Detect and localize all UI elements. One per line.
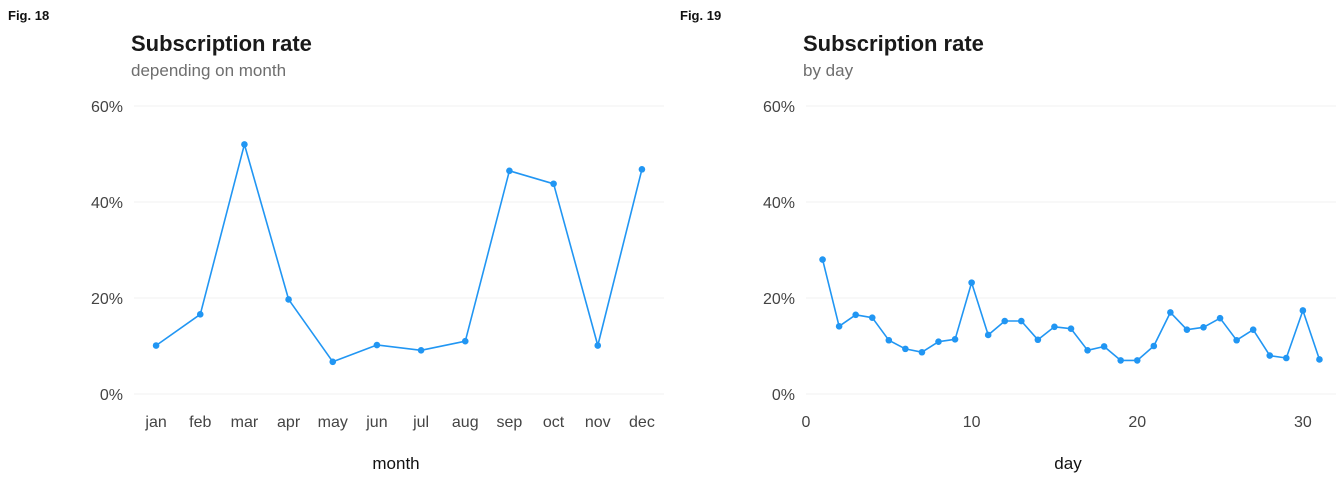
data-point	[417, 347, 425, 354]
data-point	[1001, 317, 1009, 325]
data-point	[1018, 317, 1025, 325]
data-point	[1283, 354, 1290, 362]
x-tick-label: aug	[452, 414, 479, 431]
y-tick-label: 40%	[763, 195, 795, 212]
x-tick-label: jan	[144, 414, 166, 431]
data-point	[852, 311, 859, 319]
y-tick-label: 0%	[772, 387, 795, 404]
data-point	[1200, 323, 1207, 331]
figure-19-panel: Fig. 19 Subscription rate by day 0% 20% 40…	[672, 0, 1344, 480]
y-tick-label: 60%	[763, 99, 795, 116]
data-point	[1167, 309, 1174, 316]
x-tick-label: oct	[543, 414, 565, 431]
data-point	[461, 337, 469, 345]
data-point	[1316, 356, 1323, 363]
data-point	[984, 331, 992, 339]
x-tick-label: 20	[1128, 414, 1146, 431]
data-point	[241, 141, 248, 148]
x-tick-label: apr	[277, 414, 301, 431]
x-tick-label: jun	[365, 414, 387, 431]
data-point	[373, 341, 381, 349]
x-tick-label: mar	[231, 414, 259, 431]
data-point	[1133, 357, 1141, 364]
x-tick-label: 0	[802, 414, 811, 431]
data-point	[550, 180, 557, 188]
data-point	[1183, 326, 1191, 333]
data-point	[1266, 352, 1274, 359]
data-point	[329, 358, 337, 366]
data-point	[594, 342, 602, 349]
data-point	[868, 314, 876, 321]
data-point	[902, 345, 909, 353]
series-line	[821, 259, 1321, 362]
x-tick-label: jul	[412, 414, 429, 431]
data-point	[1299, 307, 1307, 314]
data-point	[1084, 347, 1091, 354]
data-point	[935, 338, 942, 345]
data-point	[1034, 336, 1042, 344]
data-point	[1100, 343, 1108, 350]
data-point	[835, 323, 843, 330]
data-point	[1150, 342, 1158, 350]
data-point	[1051, 323, 1058, 331]
data-point	[196, 311, 204, 318]
y-tick-label: 20%	[91, 291, 123, 308]
data-point	[1216, 314, 1224, 322]
daily-line-chart: 0% 20% 40% 60% 0 10 20 30 day	[763, 99, 1336, 473]
x-tick-label: 30	[1294, 414, 1312, 431]
x-tick-label: nov	[585, 414, 611, 431]
y-tick-label: 20%	[763, 291, 795, 308]
data-point	[1117, 357, 1124, 364]
data-point	[951, 335, 959, 343]
x-tick-label: may	[318, 414, 348, 431]
data-point	[1249, 326, 1257, 333]
series-line	[155, 143, 643, 363]
x-axis-title: month	[372, 454, 419, 473]
data-point	[506, 167, 513, 175]
data-point	[638, 166, 646, 173]
data-point	[819, 256, 826, 263]
x-tick-label: feb	[189, 414, 211, 431]
data-point	[885, 336, 893, 344]
data-point	[968, 279, 975, 286]
x-tick-label: sep	[497, 414, 523, 431]
monthly-line-chart: 0% 20% 40% 60% jan feb mar apr may jun jul aug sep oc…	[91, 99, 664, 473]
data-point	[1233, 336, 1240, 344]
data-point	[152, 342, 160, 349]
x-axis-title: day	[1054, 454, 1082, 473]
data-point	[918, 348, 926, 356]
x-tick-label: dec	[629, 414, 655, 431]
data-point	[1067, 325, 1075, 333]
x-tick-label: 10	[963, 414, 981, 431]
y-tick-label: 40%	[91, 195, 123, 212]
y-tick-label: 60%	[91, 99, 123, 116]
figure-18-panel: Fig. 18 Subscription rate depending on m…	[0, 0, 672, 480]
data-point	[285, 296, 292, 303]
y-tick-label: 0%	[100, 387, 123, 404]
